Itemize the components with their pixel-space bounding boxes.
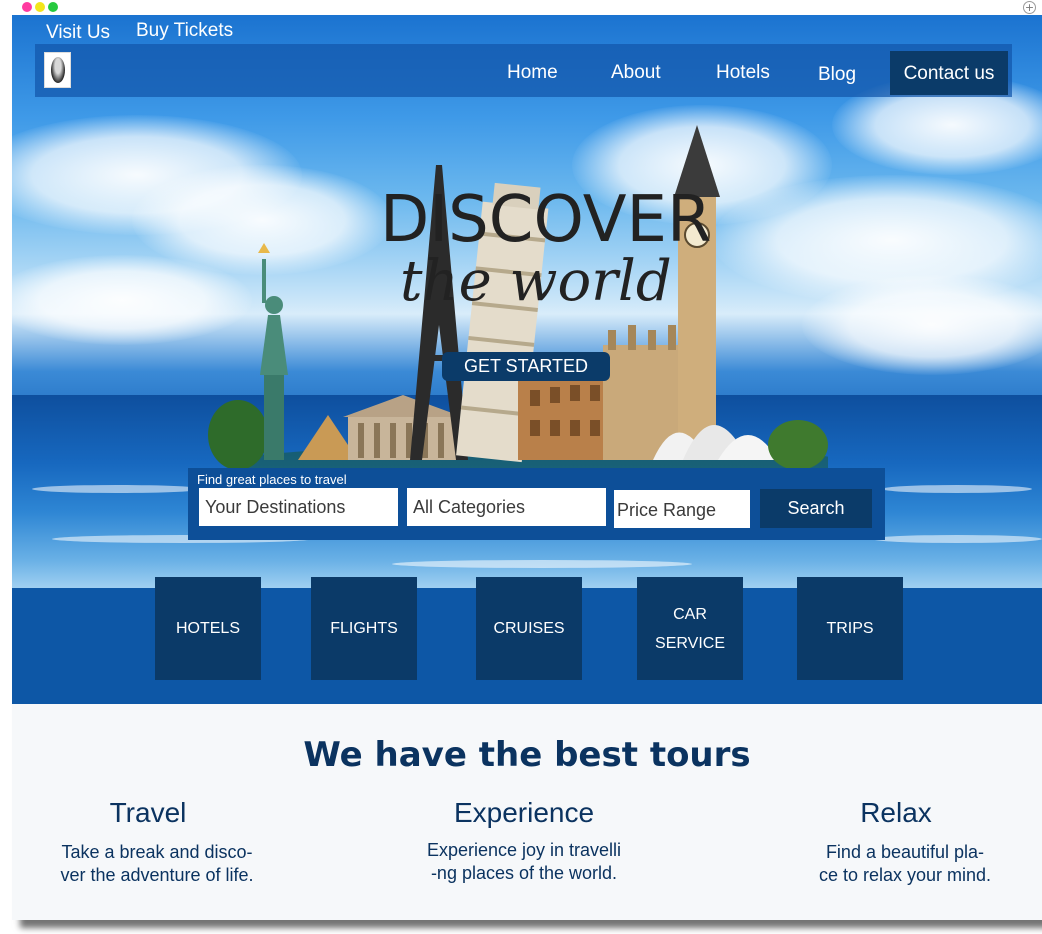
category-trips[interactable]: TRIPS	[797, 577, 903, 680]
relax-title: Relax	[860, 797, 932, 828]
travel-title: Travel	[109, 797, 187, 828]
visit-us-link[interactable]: Visit Us	[46, 22, 110, 44]
category-flights[interactable]: FLIGHTS	[311, 577, 417, 680]
window-titlebar: +	[0, 0, 1042, 15]
experience-title: Experience	[453, 797, 595, 828]
maximize-window-icon[interactable]	[48, 2, 58, 12]
nav-blog[interactable]: Blog	[818, 64, 856, 86]
price-range-select[interactable]: Price Range	[614, 490, 750, 528]
category-hotels[interactable]: HOTELS	[155, 577, 261, 680]
search-button[interactable]: Search	[760, 489, 872, 528]
search-panel-title: Find great places to travel	[197, 472, 347, 487]
minimize-window-icon[interactable]	[35, 2, 45, 12]
categories-select[interactable]: All Categories	[407, 488, 606, 526]
hero-subtitle: the world	[400, 249, 672, 314]
tours-heading: We have the best tours	[303, 735, 751, 775]
nav-about[interactable]: About	[611, 62, 661, 84]
travel-text-line2: ver the adventure of life.	[60, 865, 254, 885]
destinations-input[interactable]: Your Destinations	[199, 488, 398, 526]
nav-hotels[interactable]: Hotels	[716, 62, 770, 84]
close-window-icon[interactable]	[22, 2, 32, 12]
zoom-in-icon[interactable]: +	[1023, 1, 1036, 14]
travel-text-line1: Take a break and disco-	[61, 842, 253, 862]
relax-text-line2: ce to relax your mind.	[818, 865, 992, 885]
experience-text-line2: -ng places of the world.	[430, 863, 618, 883]
get-started-button[interactable]: GET STARTED	[442, 352, 610, 381]
hero-background: Visit Us Buy Tickets Home About Hotels B…	[12, 15, 1042, 590]
search-panel: Find great places to travel Your Destina…	[188, 468, 885, 540]
category-car-service[interactable]: CAR SERVICE	[637, 577, 743, 680]
page-frame: Visit Us Buy Tickets Home About Hotels B…	[12, 15, 1042, 920]
brand-logo[interactable]	[44, 52, 71, 88]
nav-contact-button[interactable]: Contact us	[890, 51, 1008, 95]
nav-home[interactable]: Home	[507, 62, 558, 84]
main-nav: Home About Hotels Blog Contact us	[35, 44, 1012, 97]
category-cruises[interactable]: CRUISES	[476, 577, 582, 680]
experience-text-line1: Experience joy in travelli	[426, 840, 622, 860]
hero-title: DISCOVER	[380, 183, 712, 257]
relax-text-line1: Find a beautiful pla-	[825, 842, 985, 862]
buy-tickets-link[interactable]: Buy Tickets	[136, 20, 233, 42]
